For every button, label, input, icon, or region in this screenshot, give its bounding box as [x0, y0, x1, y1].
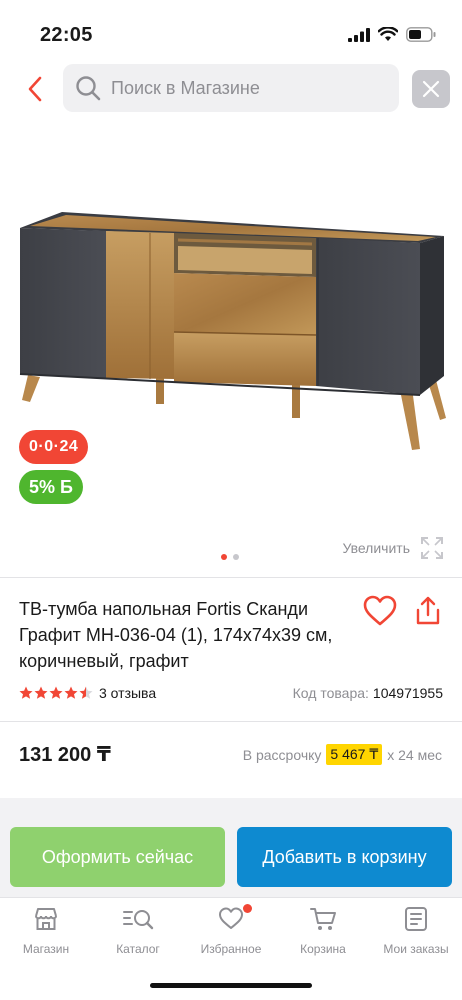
zoom-label: Увеличить: [342, 540, 410, 556]
status-time: 22:05: [40, 24, 93, 46]
favorite-button[interactable]: [362, 595, 398, 627]
status-bar: 22:05: [0, 0, 462, 60]
nav-label-favorites: Избранное: [200, 942, 262, 956]
signal-icon: [348, 27, 370, 42]
star-icon: [19, 686, 33, 699]
divider: [0, 721, 462, 722]
chevron-left-icon: [28, 76, 42, 102]
battery-icon: [406, 27, 436, 42]
bonus-badge: 5% Б: [19, 470, 83, 504]
nav-item-store[interactable]: Магазин: [0, 904, 92, 964]
product-price: 131 200 ₸: [19, 744, 111, 766]
close-icon: [422, 80, 440, 98]
installment-amount: 5 467 ₸: [326, 744, 383, 765]
product-title: ТВ-тумба напольная Fortis Сканди Графит …: [19, 599, 333, 671]
catalog-search-icon: [123, 910, 154, 930]
notification-dot: [243, 904, 252, 913]
product-code-value: 104971955: [372, 685, 443, 701]
clear-search-button[interactable]: [412, 70, 450, 108]
add-to-cart-button[interactable]: Добавить в корзину: [237, 827, 452, 887]
home-indicator[interactable]: [150, 983, 312, 988]
installment-badge: 0·0·24: [19, 430, 89, 464]
star-icon: [34, 686, 48, 699]
nav-item-orders[interactable]: Мои заказы: [370, 904, 462, 964]
installment-info[interactable]: В рассрочку 5 467 ₸ х 24 мес: [243, 744, 442, 765]
product-gallery[interactable]: 0·0·24 5% Б Увеличить: [0, 120, 462, 575]
search-icon: [76, 76, 101, 101]
nav-label-catalog: Каталог: [116, 942, 160, 956]
back-button[interactable]: [20, 72, 50, 106]
share-icon: [416, 596, 440, 625]
nav-label-store: Магазин: [22, 942, 70, 956]
pagination-dot[interactable]: [233, 554, 239, 560]
star-icon: [49, 686, 63, 699]
gallery-pagination[interactable]: [221, 554, 239, 560]
nav-item-cart[interactable]: Корзина: [277, 904, 369, 964]
heart-icon: [219, 907, 243, 929]
share-button[interactable]: [414, 595, 442, 627]
product-code: Код товара: 104971955: [293, 685, 443, 701]
rating-stars[interactable]: [19, 686, 93, 700]
half-star-icon: [79, 686, 93, 699]
divider: [0, 577, 462, 578]
nav-label-orders: Мои заказы: [383, 942, 449, 956]
product-code-label: Код товара:: [292, 685, 369, 701]
nav-item-favorites[interactable]: Избранное: [185, 904, 277, 964]
orders-icon: [405, 907, 427, 931]
installment-term: х 24 мес: [387, 746, 442, 763]
header: [0, 64, 462, 114]
zoom-button[interactable]: Увеличить: [342, 536, 444, 560]
checkout-now-button[interactable]: Оформить сейчас: [10, 827, 225, 887]
store-icon: [35, 908, 57, 930]
cart-icon: [310, 908, 336, 930]
search-input[interactable]: [111, 77, 371, 99]
expand-icon: [421, 537, 443, 559]
status-icons: [348, 27, 436, 42]
search-box[interactable]: [63, 64, 399, 112]
pagination-dot-active[interactable]: [221, 554, 227, 560]
rating-row: 3 отзыва Код товара: 104971955: [19, 682, 443, 704]
reviews-link[interactable]: 3 отзыва: [99, 685, 156, 701]
heart-outline-icon: [363, 595, 397, 626]
installment-prefix: В рассрочку: [242, 746, 322, 763]
nav-label-cart: Корзина: [300, 942, 346, 956]
star-icon: [64, 686, 78, 699]
wifi-icon: [378, 27, 398, 41]
nav-item-catalog[interactable]: Каталог: [92, 904, 184, 964]
